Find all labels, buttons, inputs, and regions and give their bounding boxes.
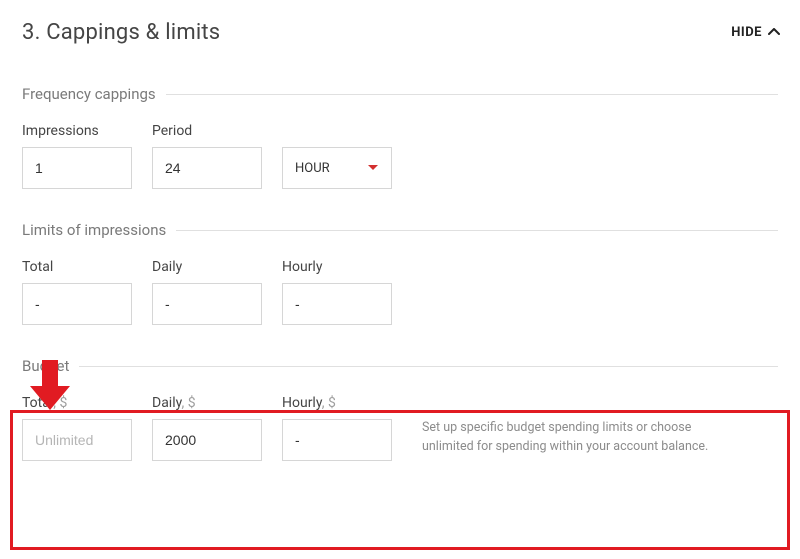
- budget-section: Budget Total, $ Daily, $ Hourly, $ Set u…: [22, 357, 778, 461]
- section-header: 3. Cappings & limits HIDE: [22, 20, 778, 45]
- frequency-cappings-section: Frequency cappings Impressions Period HO…: [22, 85, 778, 189]
- limits-heading: Limits of impressions: [22, 221, 176, 239]
- limits-hourly-field: Hourly: [282, 259, 392, 325]
- budget-hourly-field: Hourly, $: [282, 395, 392, 461]
- hide-toggle[interactable]: HIDE: [731, 25, 778, 40]
- impressions-input[interactable]: [22, 147, 132, 189]
- budget-daily-input[interactable]: [152, 419, 262, 461]
- period-unit-select[interactable]: HOUR: [282, 147, 392, 189]
- budget-daily-label: Daily, $: [152, 395, 262, 411]
- budget-daily-field: Daily, $: [152, 395, 262, 461]
- limits-daily-field: Daily: [152, 259, 262, 325]
- period-unit-spacer: [282, 123, 392, 139]
- limits-section: Limits of impressions Total Daily Hourly: [22, 221, 778, 325]
- divider: [176, 230, 778, 231]
- period-unit-value: HOUR: [295, 161, 330, 176]
- limits-daily-label: Daily: [152, 259, 262, 275]
- budget-hourly-label-text: Hourly: [282, 395, 322, 411]
- limits-daily-input[interactable]: [152, 283, 262, 325]
- budget-hourly-unit: , $: [322, 395, 336, 411]
- chevron-up-icon: [768, 28, 778, 38]
- section-title: 3. Cappings & limits: [22, 20, 220, 45]
- limits-hourly-label: Hourly: [282, 259, 392, 275]
- period-unit-field: HOUR: [282, 123, 392, 189]
- budget-total-input[interactable]: [22, 419, 132, 461]
- limits-fields: Total Daily Hourly: [22, 259, 778, 325]
- budget-fields: Total, $ Daily, $ Hourly, $ Set up speci…: [22, 395, 778, 461]
- divider: [166, 94, 778, 95]
- caret-down-icon: [367, 164, 379, 172]
- annotation-arrow-icon: [28, 360, 72, 412]
- hide-label: HIDE: [731, 25, 762, 40]
- limits-hourly-input[interactable]: [282, 283, 392, 325]
- budget-hourly-input[interactable]: [282, 419, 392, 461]
- frequency-heading: Frequency cappings: [22, 85, 166, 103]
- period-label: Period: [152, 123, 262, 139]
- budget-heading-row: Budget: [22, 357, 778, 375]
- budget-daily-label-text: Daily: [152, 395, 182, 411]
- limits-heading-row: Limits of impressions: [22, 221, 778, 239]
- period-input[interactable]: [152, 147, 262, 189]
- limits-total-label: Total: [22, 259, 132, 275]
- frequency-fields: Impressions Period HOUR: [22, 123, 778, 189]
- impressions-field: Impressions: [22, 123, 132, 189]
- limits-total-field: Total: [22, 259, 132, 325]
- limits-total-input[interactable]: [22, 283, 132, 325]
- divider: [79, 366, 778, 367]
- budget-helper-text: Set up specific budget spending limits o…: [412, 395, 742, 457]
- impressions-label: Impressions: [22, 123, 132, 139]
- period-field: Period: [152, 123, 262, 189]
- budget-daily-unit: , $: [182, 395, 196, 411]
- frequency-heading-row: Frequency cappings: [22, 85, 778, 103]
- budget-hourly-label: Hourly, $: [282, 395, 392, 411]
